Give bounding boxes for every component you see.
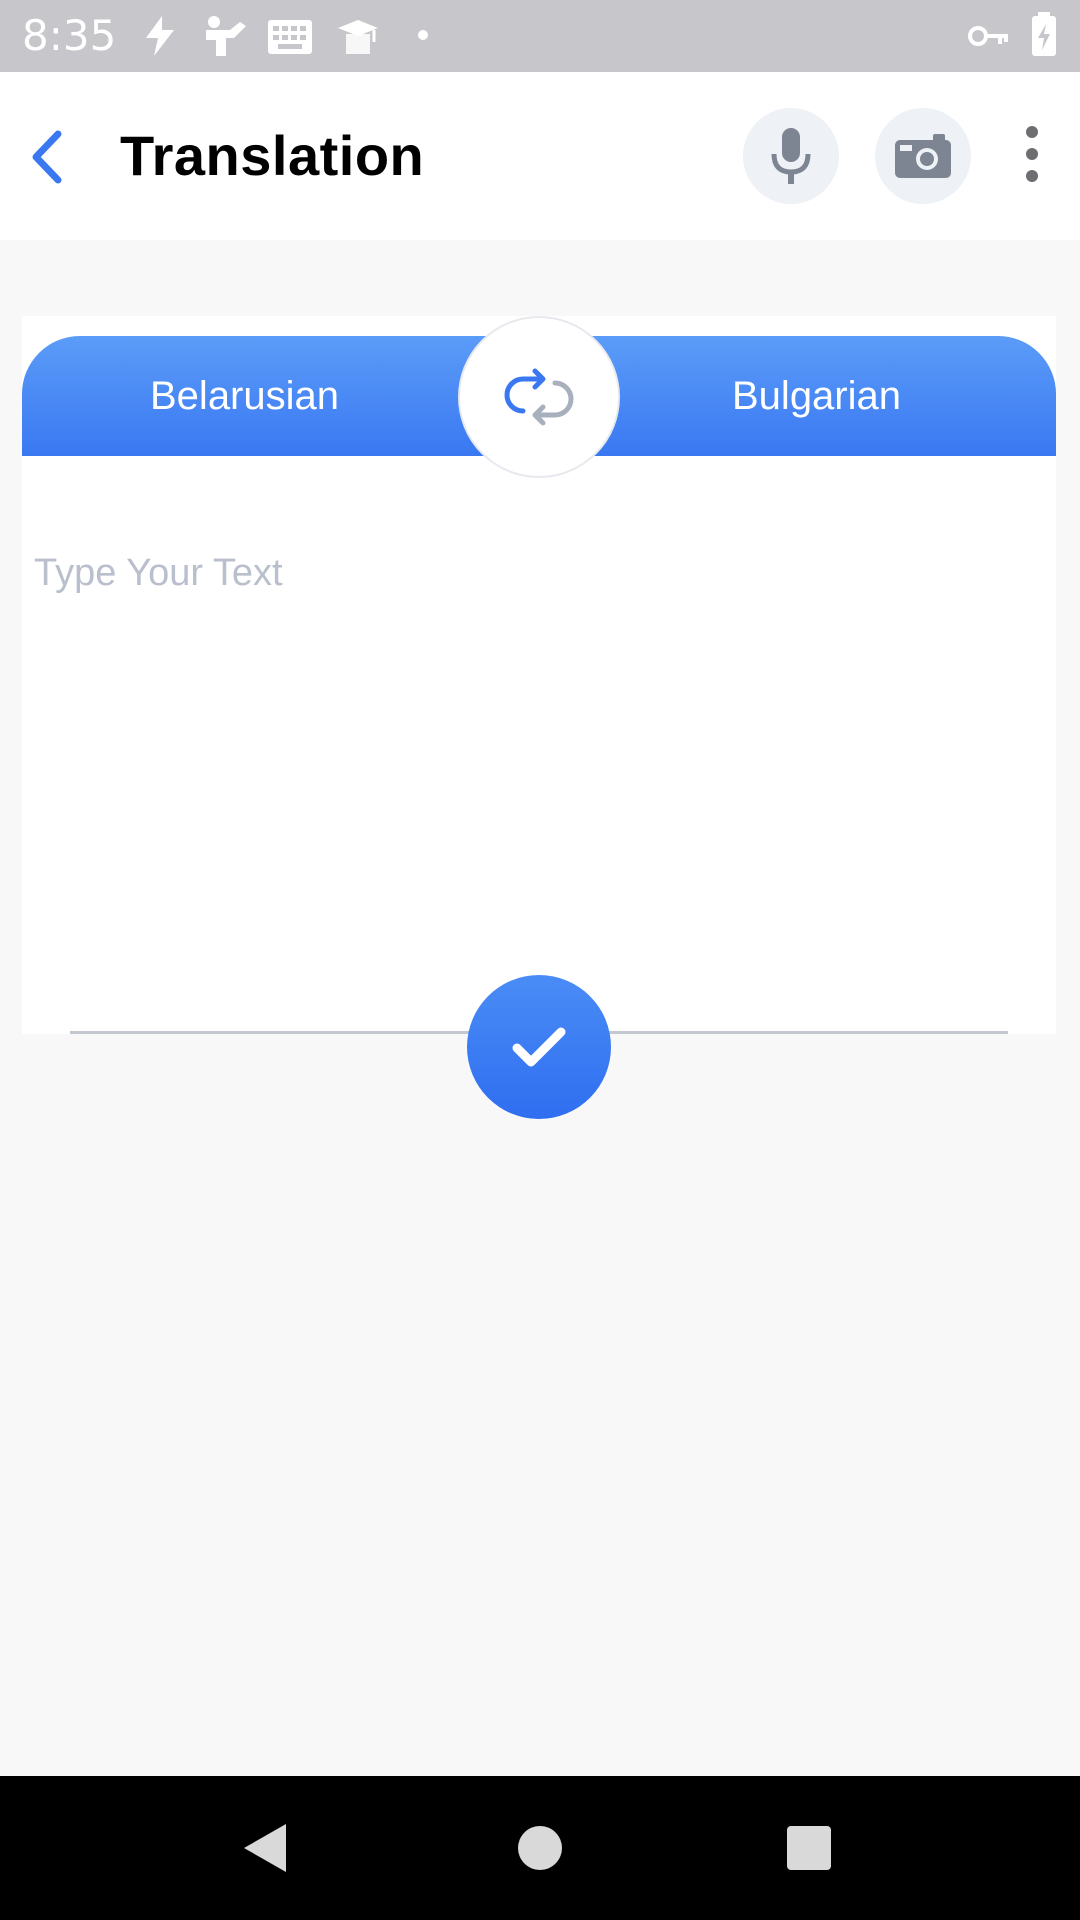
target-language-selector[interactable]: Bulgarian: [732, 374, 901, 418]
microphone-button[interactable]: [743, 108, 839, 204]
swap-icon: [504, 368, 574, 426]
nav-home-button[interactable]: [516, 1822, 564, 1879]
status-bar: 8:35: [0, 0, 1080, 72]
nav-back-icon: [244, 1824, 286, 1872]
more-vertical-icon: [1026, 126, 1038, 182]
translate-confirm-button[interactable]: [467, 975, 611, 1119]
check-icon: [512, 1027, 566, 1067]
translator-card: Belarusian Bulgarian: [22, 316, 1056, 1034]
status-time: 8:35: [22, 11, 117, 60]
more-options-button[interactable]: [1012, 124, 1052, 184]
back-button[interactable]: [18, 122, 88, 192]
flash-icon: [146, 16, 174, 56]
nav-back-button[interactable]: [240, 1822, 290, 1879]
nav-recents-icon: [787, 1826, 831, 1870]
dot-icon: [418, 30, 428, 40]
translation-screen: 8:35 Translation Belarusian Bulgarian Ty…: [0, 0, 1080, 1920]
keyboard-icon: [268, 20, 312, 54]
camera-icon: [895, 134, 951, 178]
source-text-input[interactable]: [34, 552, 1034, 852]
microphone-icon: [771, 128, 811, 184]
chevron-left-icon: [32, 130, 62, 184]
source-language-selector[interactable]: Belarusian: [150, 374, 339, 418]
page-title: Translation: [120, 124, 425, 187]
graduation-cap-icon: [338, 20, 378, 54]
app-bar: Translation: [0, 72, 1080, 240]
fitness-icon: [206, 16, 246, 56]
nav-recents-button[interactable]: [786, 1822, 832, 1879]
key-icon: [968, 26, 1008, 46]
nav-home-icon: [518, 1826, 562, 1870]
swap-languages-button[interactable]: [458, 316, 620, 478]
system-navigation-bar: [0, 1776, 1080, 1920]
camera-button[interactable]: [875, 108, 971, 204]
battery-charging-icon: [1032, 12, 1056, 56]
